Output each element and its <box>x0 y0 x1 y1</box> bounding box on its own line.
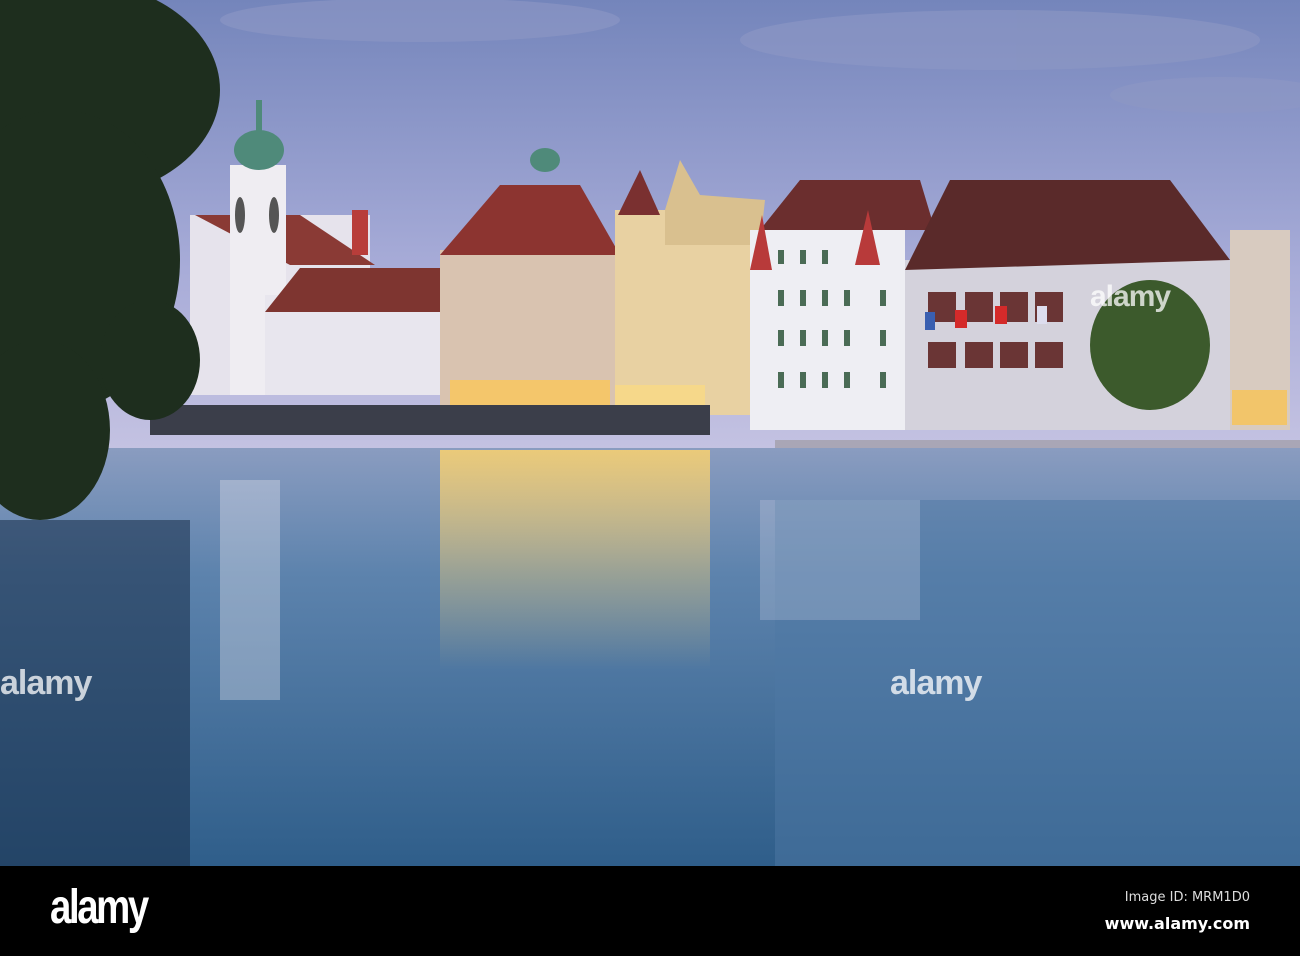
white-building <box>265 268 445 395</box>
watermark: alamy <box>0 664 92 702</box>
watermark: alamy <box>890 664 982 702</box>
footer-bar: alamy Image ID: MRM1D0 www.alamy.com <box>0 866 1300 956</box>
alamy-logo: alamy <box>50 881 149 934</box>
photo-luzern-riverfront <box>0 0 1300 866</box>
watermark: alamy <box>1090 280 1171 313</box>
image-id: Image ID: MRM1D0 <box>1124 890 1250 905</box>
bridge-rheinbrucke <box>150 405 710 435</box>
website-link: www.alamy.com <box>1104 914 1250 933</box>
